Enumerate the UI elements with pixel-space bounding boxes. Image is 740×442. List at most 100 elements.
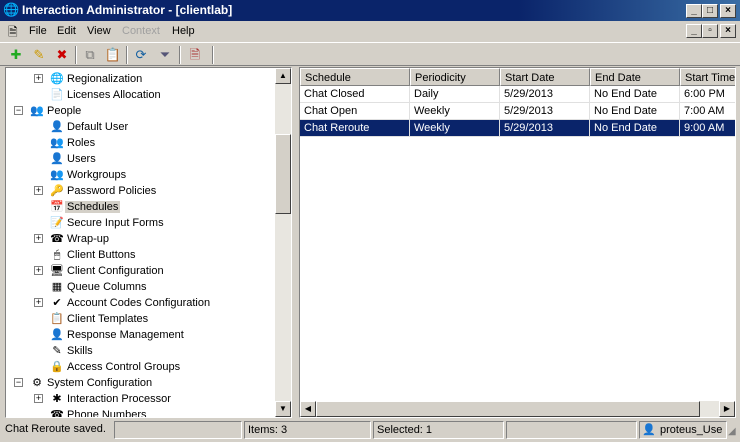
status-items: Items: 3: [244, 421, 371, 439]
tree-item[interactable]: 📝 Secure Input Forms: [6, 215, 274, 231]
tree-item[interactable]: − 👥 People: [6, 103, 274, 119]
list-horizontal-scrollbar[interactable]: ◀ ▶: [300, 401, 735, 417]
tree-item[interactable]: 👤 Default User: [6, 119, 274, 135]
tree-item[interactable]: 👥 Roles: [6, 135, 274, 151]
tree-item[interactable]: − ⚙ System Configuration: [6, 375, 274, 391]
expand-toggle[interactable]: +: [34, 74, 43, 83]
tree-item-label: System Configuration: [47, 377, 153, 389]
edit-icon[interactable]: ✎: [30, 46, 48, 64]
tree-item-label: Interaction Processor: [67, 393, 171, 405]
column-header[interactable]: Start Time: [680, 68, 735, 86]
tree-item-label: Queue Columns: [67, 281, 147, 293]
tree-item[interactable]: + 🌐 Regionalization: [6, 71, 274, 87]
scroll-left-button[interactable]: ◀: [300, 401, 316, 417]
scroll-right-button[interactable]: ▶: [719, 401, 735, 417]
app-icon: 🌐: [3, 2, 20, 17]
column-header[interactable]: Periodicity: [410, 68, 500, 86]
skills-icon: ✎: [52, 345, 62, 357]
form-icon: 📝: [50, 217, 64, 229]
close-button[interactable]: ×: [720, 4, 736, 18]
menu-help[interactable]: Help: [172, 25, 195, 37]
access-icon: 🔒: [50, 361, 64, 373]
table-cell: 7:00 AM: [680, 103, 735, 120]
table-cell: 9:00 AM: [680, 120, 735, 137]
account-codes-icon: ✔: [52, 297, 62, 309]
column-header[interactable]: End Date: [590, 68, 680, 86]
tree-vertical-scrollbar[interactable]: ▲ ▼: [275, 68, 291, 417]
column-header[interactable]: Start Date: [500, 68, 590, 86]
table-cell: 6:00 PM: [680, 86, 735, 103]
table-cell: No End Date: [590, 103, 680, 120]
tree-item[interactable]: ▦ Queue Columns: [6, 279, 274, 295]
menu-bar: 🗎 File Edit View Context Help _ ▫ ×: [0, 21, 740, 41]
license-icon: 📄: [50, 89, 64, 101]
menu-file[interactable]: File: [29, 25, 47, 37]
scroll-thumb[interactable]: [316, 401, 700, 417]
tree-item[interactable]: ☎ Phone Numbers: [6, 407, 274, 418]
certificate-icon[interactable]: 🗎: [186, 46, 204, 64]
collapse-toggle[interactable]: −: [14, 106, 23, 115]
menu-edit[interactable]: Edit: [57, 25, 76, 37]
table-row[interactable]: Chat Closed Daily 5/29/2013 No End Date 6:00…: [300, 86, 735, 103]
expand-toggle[interactable]: +: [34, 298, 43, 307]
copy-icon[interactable]: ⧉: [81, 46, 99, 64]
table-cell: 5/29/2013: [500, 103, 590, 120]
scroll-up-button[interactable]: ▲: [275, 68, 291, 84]
scroll-thumb[interactable]: [275, 134, 291, 214]
tree-item[interactable]: ✎ Skills: [6, 343, 274, 359]
table-row[interactable]: Chat Reroute Weekly 5/29/2013 No End Date 9:…: [300, 120, 735, 137]
tree-item[interactable]: 🔒 Access Control Groups: [6, 359, 274, 375]
child-minimize-button[interactable]: _: [686, 24, 702, 38]
toolbar-separator: [179, 46, 181, 64]
column-header[interactable]: Schedule: [300, 68, 410, 86]
tree-item-label: Workgroups: [67, 169, 127, 181]
tree-item[interactable]: 📋 Client Templates: [6, 311, 274, 327]
document-icon: 🗎: [8, 25, 18, 39]
filter-icon[interactable]: ⏷: [156, 46, 174, 64]
user-icon: 👤: [642, 424, 656, 436]
tree-item[interactable]: 🖱 Client Buttons: [6, 247, 274, 263]
template-icon: 📋: [50, 313, 64, 325]
collapse-toggle[interactable]: −: [14, 378, 23, 387]
expand-toggle[interactable]: +: [34, 234, 43, 243]
tree-item-label: Wrap-up: [67, 233, 109, 245]
tree-item[interactable]: + ✱ Interaction Processor: [6, 391, 274, 407]
minimize-button[interactable]: _: [686, 4, 702, 18]
expand-toggle[interactable]: +: [34, 266, 43, 275]
scroll-down-button[interactable]: ▼: [275, 401, 291, 417]
menu-view[interactable]: View: [87, 25, 111, 37]
tree-item-label: Phone Numbers: [67, 409, 147, 418]
delete-icon[interactable]: ✖: [53, 46, 71, 64]
tree-item[interactable]: 👥 Workgroups: [6, 167, 274, 183]
table-cell: 5/29/2013: [500, 120, 590, 137]
tree-item[interactable]: + 🔑 Password Policies: [6, 183, 274, 199]
maximize-button[interactable]: □: [702, 4, 718, 18]
tree-item[interactable]: 👤 Response Management: [6, 327, 274, 343]
tree-item-label: Response Management: [67, 329, 184, 341]
status-bar: Chat Reroute saved. Items: 3 Selected: 1…: [0, 420, 740, 442]
table-cell: No End Date: [590, 86, 680, 103]
user-icon: 👤: [50, 153, 64, 165]
roles-icon: 👥: [50, 137, 64, 149]
tree-item[interactable]: + ☎ Wrap-up: [6, 231, 274, 247]
tree-item[interactable]: 📄 Licenses Allocation: [6, 87, 274, 103]
tree-item[interactable]: + ✔ Account Codes Configuration: [6, 295, 274, 311]
toolbar-separator: [75, 46, 77, 64]
title-bar: 🌐 Interaction Administrator - [clientlab…: [0, 0, 740, 21]
tree-item[interactable]: 👤 Users: [6, 151, 274, 167]
child-restore-button[interactable]: ▫: [702, 24, 718, 38]
table-row[interactable]: Chat Open Weekly 5/29/2013 No End Date 7:00 …: [300, 103, 735, 120]
toolbar: ✚ ✎ ✖ ⧉ 📋 ⟳ ⏷ 🗎: [0, 42, 740, 66]
child-close-button[interactable]: ×: [720, 24, 736, 38]
user-icon: 👤: [50, 121, 64, 133]
tree-item[interactable]: + 🖥 Client Configuration: [6, 263, 274, 279]
resize-grip-icon[interactable]: ◢: [728, 426, 736, 437]
workgroup-icon: 👥: [50, 169, 64, 181]
tree-item[interactable]: 📅 Schedules: [6, 199, 274, 215]
response-icon: 👤: [50, 329, 64, 341]
people-icon: 👥: [30, 105, 44, 117]
expand-toggle[interactable]: +: [34, 394, 43, 403]
refresh-icon[interactable]: ⟳: [132, 46, 150, 64]
new-icon[interactable]: ✚: [7, 46, 25, 64]
expand-toggle[interactable]: +: [34, 186, 43, 195]
